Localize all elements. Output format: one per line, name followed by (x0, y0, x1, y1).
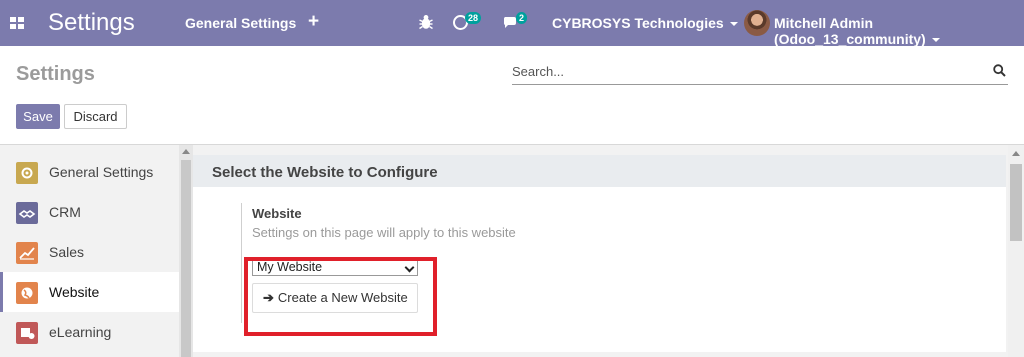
sidebar-item-elearning[interactable]: eLearning (0, 312, 179, 352)
settings-sidebar: General Settings CRM Sales Website eLear… (0, 145, 179, 357)
gear-icon (16, 162, 38, 184)
messages-count-badge: 2 (516, 12, 528, 24)
chevron-down-icon (931, 38, 940, 43)
apps-menu-icon[interactable] (10, 17, 24, 29)
scrollbar-thumb[interactable] (1010, 164, 1022, 241)
setting-help-text: Settings on this page will apply to this… (252, 225, 516, 240)
scroll-up-arrow-icon[interactable] (182, 149, 190, 154)
section-header: Select the Website to Configure (193, 155, 1006, 187)
quick-create-icon[interactable]: + (308, 11, 319, 33)
user-avatar[interactable] (744, 10, 770, 36)
sidebar-item-label: General Settings (49, 164, 154, 180)
menu-general-settings[interactable]: General Settings (185, 15, 296, 31)
search-icon[interactable] (993, 64, 1006, 77)
top-navbar: Settings General Settings + 28 2 CYBROSY… (0, 0, 1024, 47)
sidebar-item-label: Sales (49, 244, 85, 260)
sidebar-item-crm[interactable]: CRM (0, 192, 179, 232)
page-title: Settings (16, 63, 95, 85)
sidebar-item-label: CRM (49, 204, 81, 220)
bug-icon[interactable] (419, 14, 433, 30)
sidebar-item-website[interactable]: Website (0, 272, 179, 312)
sidebar-item-label: eLearning (49, 324, 112, 340)
scroll-up-arrow-icon[interactable] (1012, 151, 1020, 156)
save-button[interactable]: Save (16, 104, 60, 129)
sidebar-item-label: Website (49, 284, 100, 300)
content-bottom-strip (193, 352, 1008, 357)
user-menu[interactable]: Mitchell Admin (Odoo_13_community) (774, 15, 1024, 47)
elearning-icon (16, 322, 38, 344)
chevron-down-icon (729, 22, 738, 27)
scrollbar-thumb[interactable] (181, 160, 191, 357)
main-scrollbar[interactable] (1008, 145, 1024, 357)
highlight-annotation-box (244, 257, 437, 336)
sidebar-item-sales[interactable]: Sales (0, 232, 179, 272)
setting-left-border (241, 203, 242, 323)
activity-count-badge: 28 (465, 12, 482, 24)
app-title[interactable]: Settings (48, 9, 135, 37)
company-name: CYBROSYS Technologies (552, 15, 724, 31)
discard-button[interactable]: Discard (64, 104, 127, 129)
sidebar-scrollbar[interactable] (179, 145, 193, 357)
active-indicator (0, 272, 3, 312)
search-bar (512, 60, 1008, 85)
search-input[interactable] (512, 60, 982, 82)
sidebar-item-general-settings[interactable]: General Settings (0, 152, 179, 192)
setting-label: Website (252, 206, 302, 221)
company-switcher[interactable]: CYBROSYS Technologies (552, 15, 738, 31)
handshake-icon (16, 202, 38, 224)
chart-line-icon (16, 242, 38, 264)
user-name: Mitchell Admin (Odoo_13_community) (774, 15, 926, 47)
section-title: Select the Website to Configure (212, 164, 438, 181)
globe-icon (16, 282, 38, 304)
